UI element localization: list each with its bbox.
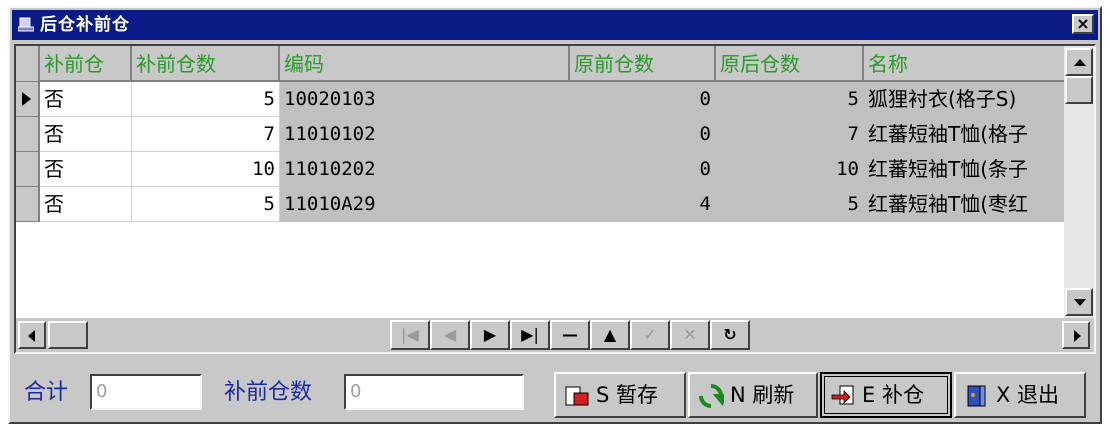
col-header-bqc[interactable]: 补前仓 <box>40 46 132 82</box>
row-indicator <box>16 117 40 152</box>
nav-delete-button[interactable]: — <box>550 320 590 350</box>
arrow-left-icon <box>28 330 35 342</box>
total-label: 合计 <box>24 380 69 405</box>
scroll-down-button[interactable] <box>1065 288 1093 316</box>
cell-name: 狐狸衬衣(格子S) <box>864 82 1068 117</box>
hscroll-thumb[interactable] <box>48 321 88 349</box>
cell-yhcs: 10 <box>716 152 864 187</box>
cell-name: 红蕃短袖T恤(格子 <box>864 117 1068 152</box>
table-row[interactable]: 否 5 11010A29 4 5 红蕃短袖T恤(枣红 <box>16 187 1068 222</box>
vertical-scrollbar[interactable] <box>1064 46 1094 318</box>
table-row[interactable]: 否 10 11010202 0 10 红蕃短袖T恤(条子 <box>16 152 1068 187</box>
cell-yhcs: 7 <box>716 117 864 152</box>
arrow-down-icon <box>1074 299 1086 306</box>
row-indicator <box>16 82 40 117</box>
cell-bqcs[interactable]: 10 <box>132 152 280 187</box>
cell-yqcs: 4 <box>570 187 716 222</box>
header-indicator <box>16 46 40 82</box>
row-indicator <box>16 152 40 187</box>
cell-bqcs[interactable]: 5 <box>132 187 280 222</box>
save-icon <box>565 386 589 406</box>
cell-code: 11010202 <box>280 152 570 187</box>
refresh-icon <box>699 384 724 408</box>
scroll-up-button[interactable] <box>1065 48 1093 76</box>
col-header-code[interactable]: 编码 <box>280 46 570 82</box>
nav-next-button[interactable]: ▶ <box>470 320 510 350</box>
exit-button[interactable]: X 退出 <box>954 372 1086 418</box>
cell-yqcs: 0 <box>570 117 716 152</box>
refresh-button[interactable]: N 刷新 <box>688 372 818 418</box>
nav-first-button[interactable]: |◀ <box>390 320 430 350</box>
cell-bqc[interactable]: 否 <box>40 117 132 152</box>
arrow-right-icon <box>1074 330 1081 342</box>
nav-post-button[interactable]: ✓ <box>630 320 670 350</box>
replenish-button[interactable]: E 补仓 <box>820 372 952 418</box>
qty-label: 补前仓数 <box>224 380 313 405</box>
app-icon <box>18 17 34 32</box>
scroll-right-button[interactable] <box>1062 321 1090 349</box>
title-bar: 后仓补前仓 × <box>12 10 1098 40</box>
table-row[interactable]: 否 7 11010102 0 7 红蕃短袖T恤(格子 <box>16 117 1068 152</box>
cell-bqcs[interactable]: 5 <box>132 82 280 117</box>
col-header-bqcs[interactable]: 补前仓数 <box>132 46 280 82</box>
close-button[interactable]: × <box>1072 14 1094 34</box>
nav-refresh-button[interactable]: ↻ <box>710 320 750 350</box>
cell-name: 红蕃短袖T恤(条子 <box>864 152 1068 187</box>
nav-edit-button[interactable]: ▲ <box>590 320 630 350</box>
table-row[interactable]: 否 5 10020103 0 5 狐狸衬衣(格子S) <box>16 82 1068 117</box>
refresh-button-label: N 刷新 <box>730 383 795 407</box>
cell-yqcs: 0 <box>570 152 716 187</box>
cell-code: 10020103 <box>280 82 570 117</box>
cell-bqc[interactable]: 否 <box>40 187 132 222</box>
cell-name: 红蕃短袖T恤(枣红 <box>864 187 1068 222</box>
window-title: 后仓补前仓 <box>40 15 130 35</box>
save-button-label: S 暂存 <box>596 383 659 407</box>
total-field[interactable]: 0 <box>90 374 202 410</box>
cell-yhcs: 5 <box>716 82 864 117</box>
col-header-yhcs[interactable]: 原后仓数 <box>716 46 864 82</box>
cell-yhcs: 5 <box>716 187 864 222</box>
cell-code: 11010A29 <box>280 187 570 222</box>
data-grid[interactable]: 补前仓 补前仓数 编码 原前仓数 原后仓数 名称 否 5 10020103 0 … <box>14 44 1096 354</box>
current-row-pointer-icon <box>22 92 31 106</box>
replenish-icon <box>831 385 854 405</box>
horizontal-scrollbar[interactable]: |◀ ◀ ▶ ▶| — ▲ ✓ ✕ ↻ <box>16 318 1094 352</box>
nav-last-button[interactable]: ▶| <box>510 320 550 350</box>
grid-header: 补前仓 补前仓数 编码 原前仓数 原后仓数 名称 <box>16 46 1068 82</box>
nav-cancel-button[interactable]: ✕ <box>670 320 710 350</box>
scroll-thumb[interactable] <box>1065 76 1093 104</box>
qty-field[interactable]: 0 <box>344 374 524 410</box>
col-header-yqcs[interactable]: 原前仓数 <box>570 46 716 82</box>
save-button[interactable]: S 暂存 <box>554 372 686 418</box>
cell-code: 11010102 <box>280 117 570 152</box>
scroll-left-button[interactable] <box>18 321 46 349</box>
exit-door-icon <box>967 385 986 407</box>
arrow-up-icon <box>1074 59 1086 66</box>
cell-bqc[interactable]: 否 <box>40 82 132 117</box>
cell-bqcs[interactable]: 7 <box>132 117 280 152</box>
cell-bqc[interactable]: 否 <box>40 152 132 187</box>
nav-prior-button[interactable]: ◀ <box>430 320 470 350</box>
replenish-window: 后仓补前仓 × 补前仓 补前仓数 编码 原前仓数 原后仓数 名称 否 5 100… <box>8 6 1102 424</box>
exit-button-label: X 退出 <box>996 383 1060 407</box>
cell-yqcs: 0 <box>570 82 716 117</box>
row-indicator <box>16 187 40 222</box>
replenish-button-label: E 补仓 <box>862 383 924 407</box>
col-header-name[interactable]: 名称 <box>864 46 1068 82</box>
